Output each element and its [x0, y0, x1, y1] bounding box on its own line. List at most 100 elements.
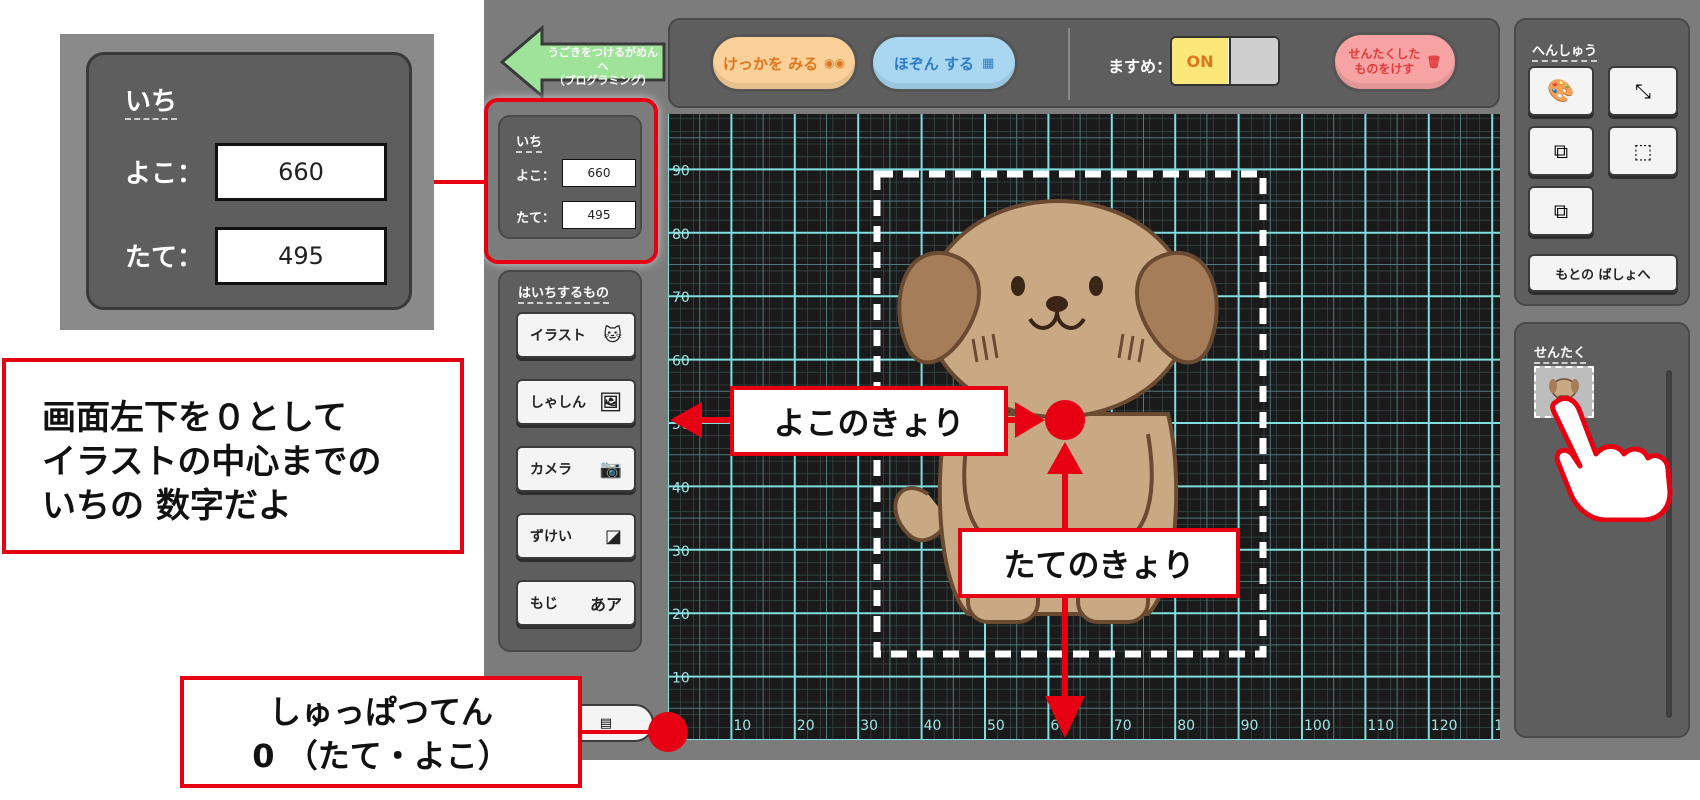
bring-forward-button[interactable]: ⧉	[1528, 126, 1594, 176]
dog-left-eye	[1011, 276, 1025, 296]
view-result-label: けっかを みる	[722, 54, 819, 73]
floppy-icon: ▦	[981, 55, 995, 71]
back-to-programming-button[interactable]: うごきをつけるがめんへ （プログラミング）	[500, 24, 668, 100]
select-title: せんたく	[1534, 346, 1587, 364]
paint-button[interactable]: 🎨	[1528, 66, 1594, 116]
origin-dot	[648, 712, 688, 752]
grid-toggle[interactable]: ON	[1170, 36, 1280, 86]
grid-toggle-on: ON	[1172, 38, 1228, 84]
place-item-label: ずけい	[530, 529, 572, 545]
y-tick-label: 20	[672, 607, 690, 623]
place-illustration-button[interactable]: イラスト 🐱	[516, 312, 636, 358]
zoom-position-title: いち	[125, 87, 178, 120]
view-result-button[interactable]: けっかを みる ◉◉	[710, 34, 858, 92]
x-tick-label: 100	[1304, 718, 1331, 734]
explanation-box: 画面左下を０として イラストの中心までの いちの 数字だよ	[2, 358, 464, 554]
send-backward-button[interactable]: ⧉	[1528, 186, 1594, 236]
save-button[interactable]: ほぞん する ▦	[870, 34, 1018, 92]
zoom-y-field: 495	[215, 227, 387, 285]
zoom-position-panel: いち よこ： 660 たて： 495	[86, 52, 412, 310]
y-tick-label: 80	[672, 227, 690, 243]
trash-icon: 🗑	[1426, 54, 1442, 69]
x-tick-label: 10	[733, 718, 751, 734]
y-tick-label: 10	[672, 671, 690, 687]
save-label: ほぞん する	[893, 54, 974, 73]
explanation-line1: 画面左下を０として	[42, 398, 347, 438]
place-camera-button[interactable]: カメラ 📷	[516, 446, 636, 492]
palette-icon: 🎨	[1547, 78, 1575, 104]
resize-button[interactable]: ⤡	[1608, 66, 1678, 116]
delete-line2: ものをけす	[1354, 62, 1415, 76]
image-icon: 🖼	[599, 391, 622, 413]
edit-title: へんしゅう	[1532, 44, 1598, 62]
list-icon: ▤	[599, 715, 612, 731]
vertical-distance-text: たてのきょり	[1003, 546, 1195, 584]
x-tick-label: 20	[797, 718, 815, 734]
shapes-icon: ◪	[604, 525, 622, 547]
x-tick-label: 90	[1241, 718, 1259, 734]
crop-icon: ⬚	[1633, 139, 1653, 163]
zoom-x-field: 660	[215, 143, 387, 201]
x-tick-label: 30	[860, 718, 878, 734]
explanation-line2: イラストの中心までの	[42, 442, 382, 482]
y-tick-label: 40	[672, 480, 690, 496]
select-panel: せんたく	[1514, 322, 1690, 738]
dog-right-eye	[1089, 276, 1103, 296]
x-tick-label: 70	[1114, 718, 1132, 734]
origin-line2: 0 （たて・よこ）	[252, 737, 510, 775]
center-dot	[1045, 400, 1085, 440]
resize-rotate-icon: ⤡	[1635, 79, 1651, 103]
origin-line1: しゅっぱつてん	[268, 693, 493, 731]
crop-button[interactable]: ⬚	[1608, 126, 1678, 176]
delete-selected-button[interactable]: せんたくした ものをけす 🗑	[1332, 32, 1458, 92]
back-button-line2: （プログラミング）	[553, 74, 653, 87]
edit-panel: へんしゅう 🎨 ⤡ ⧉ ⬚ ⧉ もとの ばしょへ	[1514, 18, 1690, 306]
horizontal-distance-text: よこのきょり	[773, 404, 965, 442]
camera-icon: 📷	[599, 458, 622, 480]
place-item-label: もじ	[530, 596, 558, 612]
toolbar-divider	[1068, 28, 1070, 100]
layer-up-icon: ⧉	[1553, 139, 1569, 163]
zoom-box: いち よこ： 660 たて： 495	[60, 34, 434, 330]
cat-face-icon: 🐱	[603, 324, 622, 346]
back-button-line1: うごきをつけるがめんへ	[548, 46, 658, 73]
grid-label: ますめ：	[1108, 57, 1173, 76]
y-tick-label: 90	[672, 163, 690, 179]
x-tick-label: 13	[1494, 718, 1500, 734]
origin-callout: しゅっぱつてん 0 （たて・よこ）	[180, 676, 582, 788]
explanation-line3: いちの 数字だよ	[42, 486, 292, 526]
x-tick-label: 50	[987, 718, 1005, 734]
horizontal-distance-label: よこのきょり	[730, 386, 1008, 456]
app-window: うごきをつけるがめんへ （プログラミング） けっかを みる ◉◉ ほぞん する …	[484, 0, 1700, 760]
zoom-y-label: たて：	[125, 243, 204, 273]
y-tick-label: 70	[672, 290, 690, 306]
place-item-label: しゃしん	[530, 395, 586, 411]
toolbar: けっかを みる ◉◉ ほぞん する ▦ ますめ： ON せんたくした ものをけす…	[668, 18, 1500, 108]
position-highlight	[484, 98, 658, 264]
place-shape-button[interactable]: ずけい ◪	[516, 513, 636, 559]
y-tick-label: 60	[672, 354, 690, 370]
reset-position-label: もとの ばしょへ	[1555, 267, 1651, 283]
reset-position-button[interactable]: もとの ばしょへ	[1528, 254, 1678, 292]
pointing-hand-icon	[1550, 395, 1673, 522]
layer-down-icon: ⧉	[1553, 199, 1569, 223]
place-text-button[interactable]: もじ あア	[516, 580, 636, 626]
dog-nose	[1046, 296, 1068, 312]
x-tick-label: 40	[924, 718, 942, 734]
x-tick-label: 80	[1177, 718, 1195, 734]
place-title: はいちするもの	[518, 286, 610, 304]
eyes-icon: ◉◉	[824, 56, 846, 70]
text-a-icon: あア	[589, 595, 622, 614]
vertical-distance-label: たてのきょり	[958, 528, 1240, 598]
y-tick-label: 30	[672, 544, 690, 560]
origin-connector	[582, 730, 652, 734]
delete-line1: せんたくした	[1348, 47, 1421, 61]
zoom-x-label: よこ：	[125, 159, 204, 189]
place-item-label: イラスト	[530, 328, 586, 344]
place-item-label: カメラ	[530, 462, 572, 478]
grid-toggle-knob	[1229, 38, 1278, 84]
zoom-connector	[434, 180, 486, 184]
place-photo-button[interactable]: しゃしん 🖼	[516, 379, 636, 425]
x-tick-label: 120	[1431, 718, 1458, 734]
place-panel: はいちするもの イラスト 🐱 しゃしん 🖼 カメラ 📷 ずけい ◪ もじ あア	[498, 270, 642, 652]
